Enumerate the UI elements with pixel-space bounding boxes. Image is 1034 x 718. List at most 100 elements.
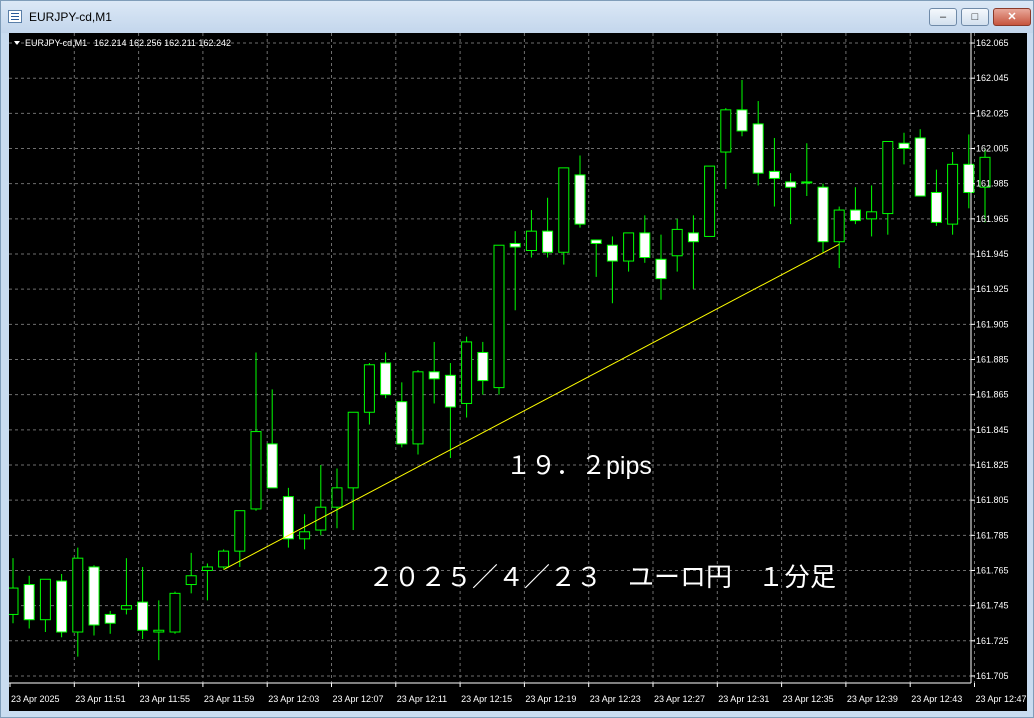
candle-body xyxy=(201,566,213,571)
price-tick-label: 161.865 xyxy=(976,390,1009,400)
candle-body xyxy=(380,362,392,396)
dropdown-triangle-icon[interactable] xyxy=(14,41,20,45)
terminal-window: EURJPY-cd,M1 – □ ✕ 162.065 162.045 162.025… xyxy=(0,0,1034,718)
time-tick-label: 23 Apr 12:31 xyxy=(718,694,769,704)
time-tick-label: 23 Apr 12:39 xyxy=(847,694,898,704)
price-tick-label: 161.745 xyxy=(976,601,1009,611)
candle-body xyxy=(282,496,294,540)
candle-body xyxy=(914,137,926,197)
candle-body xyxy=(590,239,602,244)
time-tick-label: 23 Apr 12:27 xyxy=(654,694,705,704)
candle-body xyxy=(137,601,149,631)
price-tick-label: 161.925 xyxy=(976,284,1009,294)
candle-body xyxy=(768,170,780,179)
price-tick-label: 161.885 xyxy=(976,355,1009,365)
price-axis: 162.065 162.045 162.025 162.005 161.985 161.9… xyxy=(970,33,1009,683)
candle-body xyxy=(477,351,489,382)
minimize-button[interactable]: – xyxy=(929,8,957,26)
candle-body xyxy=(299,531,311,540)
candle-body xyxy=(574,174,586,225)
time-tick-label: 23 Apr 2025 xyxy=(11,694,60,704)
candle-body xyxy=(963,163,975,193)
candle-body xyxy=(461,341,473,404)
candle-body xyxy=(704,165,716,237)
candle-body xyxy=(866,211,878,220)
candle-body xyxy=(169,592,181,633)
candle-body xyxy=(752,123,764,174)
price-tick-label: 161.805 xyxy=(976,495,1009,505)
candle-body xyxy=(39,578,51,621)
candle-body xyxy=(218,550,230,568)
candle-body xyxy=(72,557,84,633)
price-tick-label: 161.965 xyxy=(976,214,1009,224)
candle-body xyxy=(444,374,456,408)
candle-body xyxy=(606,244,618,262)
price-tick-label: 161.785 xyxy=(976,530,1009,540)
maximize-button[interactable]: □ xyxy=(961,8,989,26)
price-tick-label: 162.005 xyxy=(976,144,1009,154)
symbol-timeframe: EURJPY-cd,M1 xyxy=(25,38,87,48)
candle-body xyxy=(509,242,521,248)
candle-body xyxy=(687,232,699,243)
candle-body xyxy=(412,371,424,445)
candle-body xyxy=(801,181,813,184)
candle-body xyxy=(104,613,116,624)
price-tick-label: 161.905 xyxy=(976,319,1009,329)
candlestick-chart[interactable]: 162.065 162.045 162.025 162.005 161.985 161.9… xyxy=(7,33,1027,711)
time-tick-label: 23 Apr 12:19 xyxy=(525,694,576,704)
time-tick-label: 23 Apr 12:03 xyxy=(268,694,319,704)
candle-body xyxy=(558,167,570,253)
price-tick-label: 161.725 xyxy=(976,636,1009,646)
candle-body xyxy=(234,510,246,552)
candle-body xyxy=(671,228,683,257)
chart-area[interactable]: 162.065 162.045 162.025 162.005 161.985 161.9… xyxy=(7,33,1027,711)
candle-body xyxy=(736,109,748,132)
candle-body xyxy=(396,401,408,445)
time-tick-label: 23 Apr 12:35 xyxy=(783,694,834,704)
candle-body xyxy=(785,181,797,188)
trendline[interactable] xyxy=(223,243,840,571)
price-tick-label: 161.945 xyxy=(976,249,1009,259)
candle-body xyxy=(331,487,343,508)
candle-body xyxy=(185,575,197,586)
time-axis: 23 Apr 2025 23 Apr 11:51 23 Apr 11:55 23 Ap… xyxy=(9,682,1027,704)
candle-body xyxy=(23,584,35,621)
time-tick-label: 23 Apr 11:59 xyxy=(204,694,254,704)
candle-body xyxy=(250,431,262,510)
price-tick-label: 161.705 xyxy=(976,671,1009,681)
time-tick-label: 23 Apr 12:43 xyxy=(911,694,962,704)
candle-body xyxy=(7,587,19,615)
price-tick-label: 161.825 xyxy=(976,460,1009,470)
title-bar[interactable]: EURJPY-cd,M1 – □ ✕ xyxy=(1,1,1033,33)
candle-body xyxy=(655,258,667,280)
candle-body xyxy=(56,580,68,633)
candle-body xyxy=(930,191,942,223)
price-tick-label: 161.845 xyxy=(976,425,1009,435)
candle-body xyxy=(88,566,100,626)
candle-body xyxy=(639,232,651,259)
candle-body xyxy=(120,605,132,610)
window-title: EURJPY-cd,M1 xyxy=(29,10,112,24)
candle-body xyxy=(542,230,554,253)
time-tick-label: 23 Apr 12:11 xyxy=(397,694,447,704)
price-tick-label: 162.025 xyxy=(976,108,1009,118)
time-tick-label: 23 Apr 12:23 xyxy=(590,694,641,704)
candle-body xyxy=(882,140,894,215)
time-tick-label: 23 Apr 12:15 xyxy=(461,694,512,704)
price-tick-label: 161.985 xyxy=(976,179,1009,189)
chart-window-icon xyxy=(8,10,22,23)
candle-body xyxy=(720,109,732,153)
time-tick-label: 23 Apr 12:47 xyxy=(976,694,1027,704)
candle-body xyxy=(153,629,165,633)
time-tick-label: 23 Apr 11:51 xyxy=(75,694,125,704)
pips-label: １９．２pips xyxy=(506,452,652,480)
price-tick-label: 162.065 xyxy=(976,38,1009,48)
candle-body xyxy=(623,232,635,262)
candle-body xyxy=(363,364,375,413)
candle-body xyxy=(849,209,861,222)
candle-body xyxy=(898,142,910,150)
candle-body xyxy=(833,209,845,243)
price-tick-label: 161.765 xyxy=(976,565,1009,575)
close-button[interactable]: ✕ xyxy=(993,8,1031,26)
candle-body xyxy=(266,443,278,489)
